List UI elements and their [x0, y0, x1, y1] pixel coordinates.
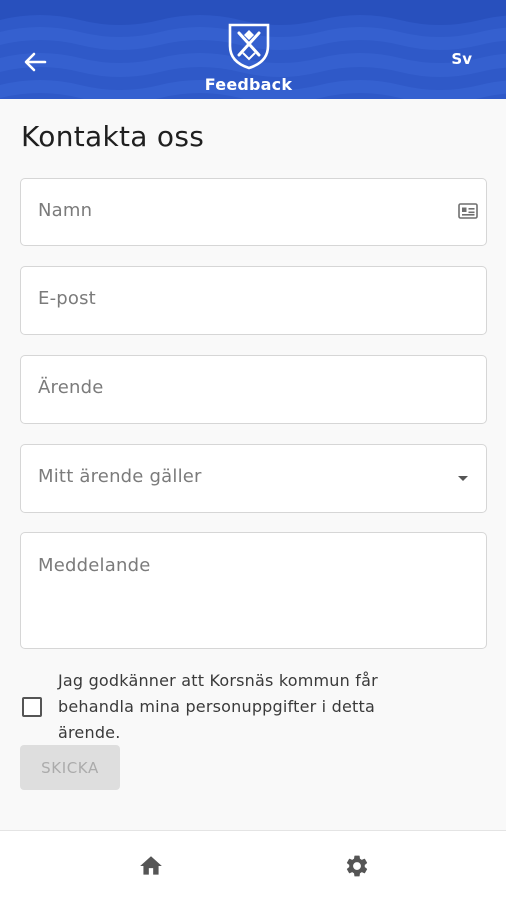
page-title: Kontakta oss: [21, 120, 205, 153]
nav-settings-button[interactable]: [344, 853, 370, 879]
caret-down-icon: [458, 476, 468, 481]
gear-icon: [346, 855, 368, 877]
name-placeholder: Namn: [38, 200, 93, 221]
submit-button[interactable]: SKICKA: [20, 745, 120, 790]
coat-of-arms-icon: [228, 23, 270, 70]
consent-row: Jag godkänner att Korsnäs kommun får beh…: [20, 666, 487, 746]
contact-card-icon: [458, 203, 478, 219]
email-placeholder: E-post: [38, 288, 96, 309]
nav-home-button[interactable]: [138, 853, 164, 879]
consent-label: Jag godkänner att Korsnäs kommun får beh…: [58, 671, 378, 742]
header-title: Feedback: [204, 75, 293, 94]
arrow-left-icon: [24, 52, 47, 72]
home-icon: [140, 856, 162, 875]
consent-checkbox[interactable]: [22, 697, 42, 717]
message-placeholder: Meddelande: [38, 555, 151, 576]
bottom-navigation: [0, 830, 506, 900]
message-textarea[interactable]: Meddelande: [20, 532, 487, 649]
name-field[interactable]: Namn: [20, 178, 487, 246]
category-select[interactable]: Mitt ärende gäller: [20, 444, 487, 513]
language-selector[interactable]: Sv: [451, 50, 472, 68]
app-screen: Feedback Sv Kontakta oss Namn E-post Äre…: [0, 0, 506, 900]
app-header: Feedback Sv: [0, 0, 506, 99]
subject-field[interactable]: Ärende: [20, 355, 487, 424]
back-button[interactable]: [20, 48, 50, 76]
subject-placeholder: Ärende: [38, 377, 104, 398]
category-placeholder: Mitt ärende gäller: [38, 466, 202, 487]
email-field[interactable]: E-post: [20, 266, 487, 335]
